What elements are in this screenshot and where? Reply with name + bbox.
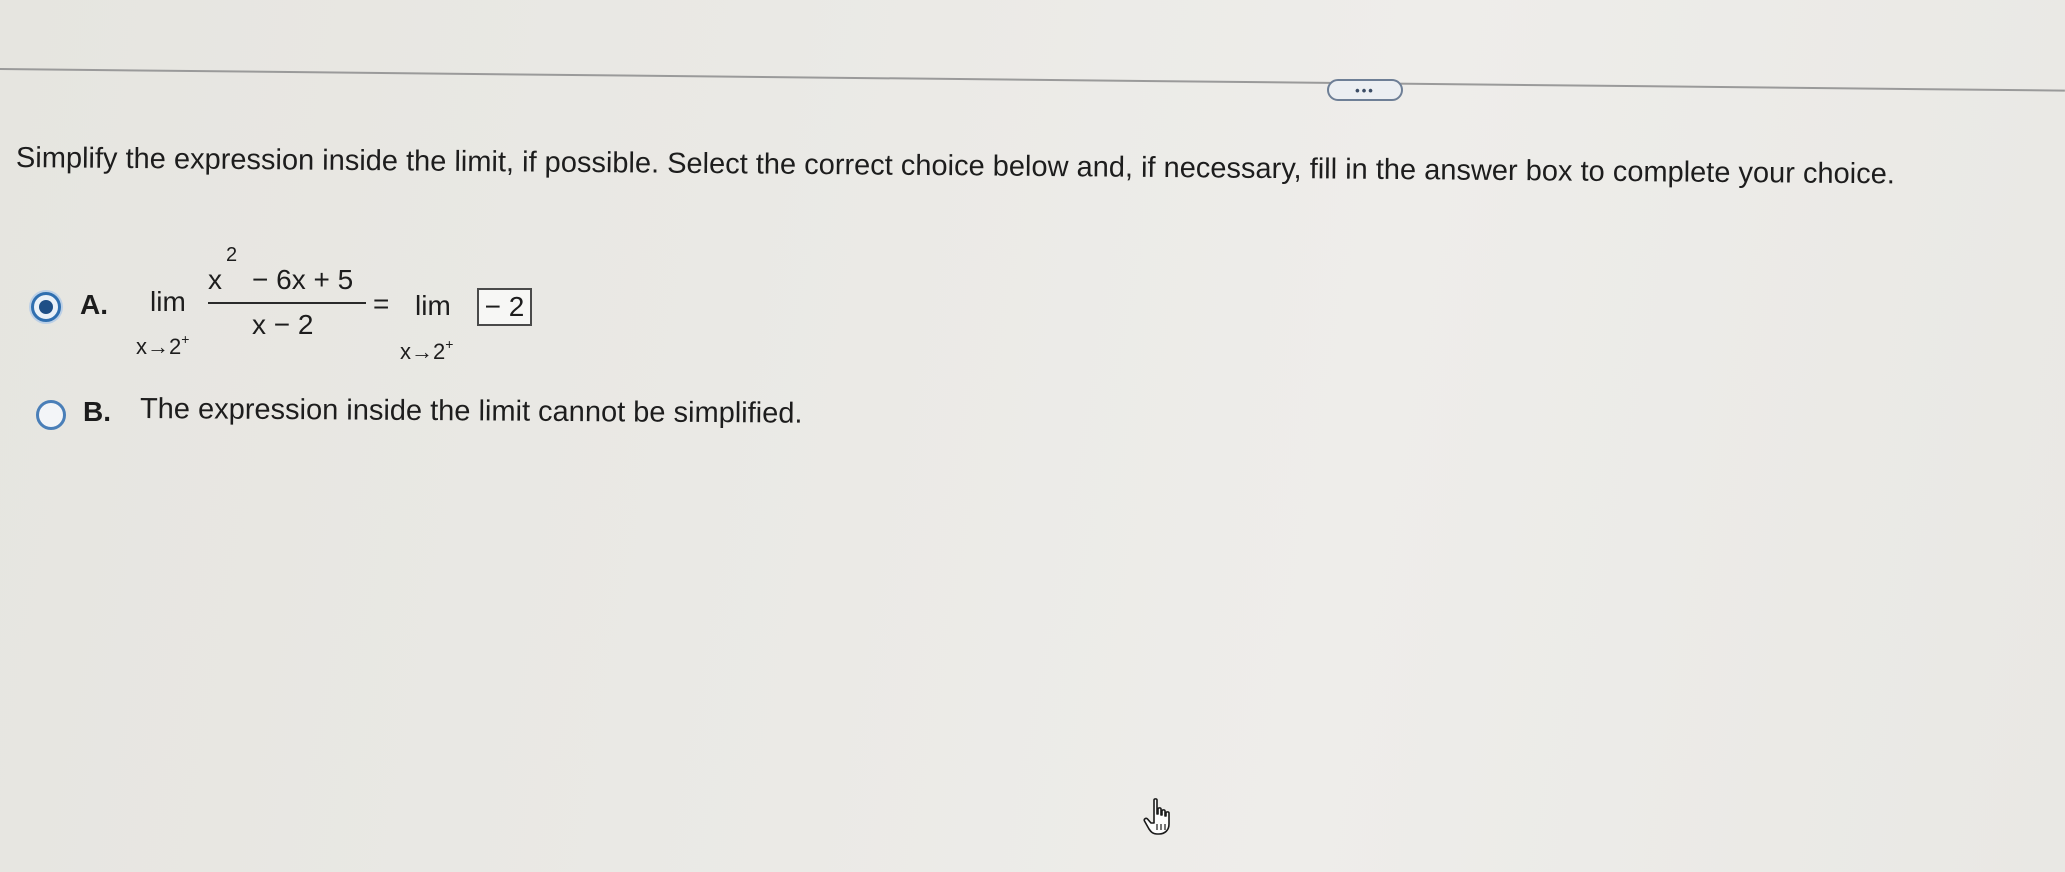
choice-a-radio[interactable] — [31, 292, 61, 322]
limit-subscript-right: x→2+ — [400, 336, 453, 365]
choice-b-letter: B. — [83, 396, 111, 427]
limit-subscript-left-sup: + — [181, 331, 190, 347]
header-divider — [0, 68, 2065, 92]
choice-b-radio[interactable] — [36, 400, 66, 430]
answer-input-box[interactable]: − 2 — [477, 288, 532, 326]
limit-label-right: lim — [415, 290, 451, 321]
more-options-button[interactable]: ••• — [1327, 79, 1403, 101]
denominator: x − 2 — [252, 309, 314, 340]
question-instructions: Simplify the expression inside the limit… — [15, 142, 1895, 191]
numerator-terms: − 6x + 5 — [252, 264, 354, 295]
choice-a-letter: A. — [80, 289, 108, 320]
numerator-exponent: 2 — [226, 244, 238, 266]
limit-label-left: lim — [150, 286, 186, 317]
fraction-bar — [208, 302, 366, 304]
numerator-variable: x — [208, 264, 222, 295]
limit-subscript-left-text: x→2 — [136, 334, 182, 359]
limit-subscript-right-sup: + — [445, 336, 454, 352]
radio-selected-dot — [39, 300, 53, 314]
choice-b-text[interactable]: The expression inside the limit cannot b… — [140, 393, 803, 431]
hand-pointer-icon — [1143, 798, 1170, 835]
limit-subscript-right-text: x→2 — [400, 339, 446, 364]
equals-sign: = — [373, 288, 390, 319]
limit-subscript-left: x→2+ — [136, 331, 189, 360]
